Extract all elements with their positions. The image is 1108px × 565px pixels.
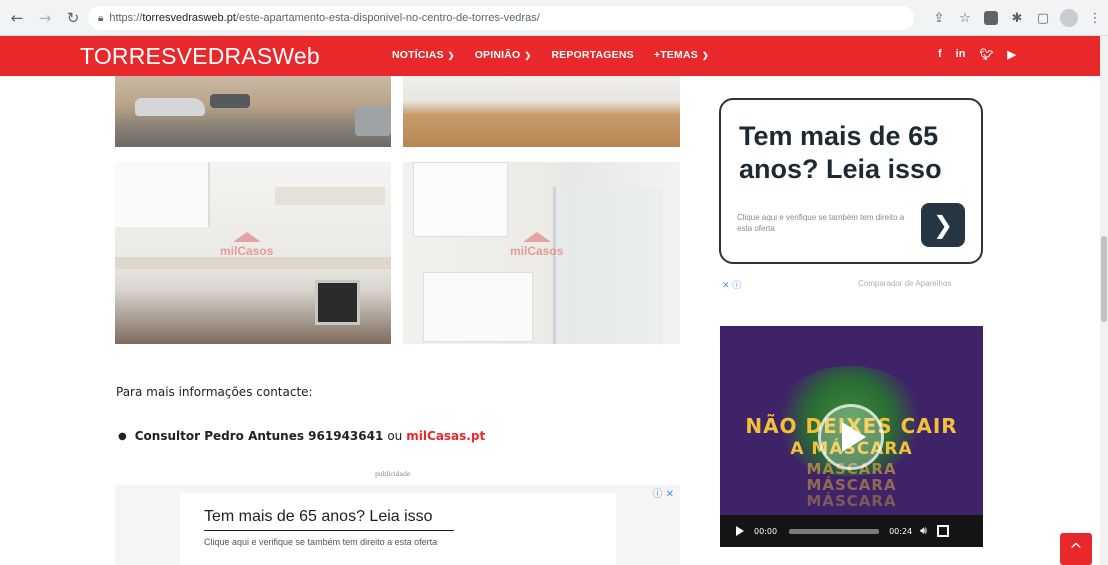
page-scrollbar[interactable] <box>1100 36 1108 565</box>
current-time: 00:00 <box>754 526 778 536</box>
contact-or: ou <box>387 429 403 443</box>
chevron-down-icon: ❯ <box>447 50 455 60</box>
sidepanel-icon[interactable]: ▢ <box>1034 9 1052 27</box>
star-icon[interactable]: ☆ <box>956 9 974 27</box>
profile-icon[interactable] <box>1060 9 1078 27</box>
nav-label: OPINIÃO <box>474 49 521 61</box>
watermark-logo: milCasos <box>220 232 273 258</box>
contact-item: ● Consultor Pedro Antunes 961943641 ou m… <box>118 429 485 443</box>
scroll-thumb[interactable] <box>1101 236 1107 322</box>
twitter-icon[interactable]: 🐦︎ <box>979 48 993 61</box>
nav-label: +TEMAS <box>653 49 698 61</box>
video-controls: 00:00 00:24 🔊︎ <box>720 515 983 547</box>
bottom-ad-subtitle: Clique aqui e verifique se também tem di… <box>204 537 438 547</box>
sidebar-ad[interactable]: Tem mais de 65 anos? Leia isso Clique aq… <box>719 98 983 264</box>
ad-close-icon[interactable]: ✕ ⓘ <box>722 278 741 291</box>
photo-kitchen[interactable]: milCasos <box>115 162 391 344</box>
site-header: TORRESVEDRASWeb NOTÍCIAS ❯ OPINIÃO ❯ REPOR… <box>0 36 1100 76</box>
lock-icon: 🔒︎ <box>98 12 104 24</box>
share-icon[interactable]: ⇪ <box>930 9 948 27</box>
url-prefix: https:// <box>109 12 143 24</box>
social-links: f in 🐦︎ ▶ <box>938 48 1016 61</box>
play-icon <box>842 422 866 452</box>
duration: 00:24 <box>889 526 913 536</box>
bottom-ad-title[interactable]: Tem mais de 65 anos? Leia isso <box>204 508 433 526</box>
ad-choices-icon[interactable]: ⓘ ✕ <box>652 485 674 500</box>
volume-icon[interactable]: 🔊︎ <box>920 524 927 538</box>
browser-actions: ⇪ ☆ ✱ ▢ ⋮ <box>930 6 1104 30</box>
title-underline <box>204 530 454 531</box>
logo-light: Web <box>272 43 320 69</box>
ad-source[interactable]: Comparador de Aparelhos <box>858 279 951 288</box>
forward-arrow-icon[interactable]: → <box>34 7 56 29</box>
progress-slider[interactable] <box>789 528 880 534</box>
advertising-label: publicidade <box>375 471 411 478</box>
menu-icon[interactable]: ⋮ <box>1086 9 1104 27</box>
watermark-logo: milCasos <box>510 232 563 258</box>
sidebar-ad-subtitle: Clique aqui e verifique se também tem di… <box>737 213 905 233</box>
sidebar-ad-title[interactable]: Tem mais de 65 anos? Leia isso <box>739 120 975 186</box>
extension-icon[interactable] <box>982 9 1000 27</box>
video-text-line: MÁSCARA <box>806 492 897 510</box>
chevron-up-icon: ^ <box>1069 539 1083 559</box>
nav-temas[interactable]: +TEMAS ❯ <box>654 49 709 61</box>
puzzle-icon[interactable]: ✱ <box>1008 9 1026 27</box>
contact-name: Consultor Pedro Antunes 961943641 <box>134 429 384 443</box>
nav-opiniao[interactable]: OPINIÃO ❯ <box>475 49 532 61</box>
chevron-down-icon: ❯ <box>524 50 532 60</box>
bottom-ad[interactable]: Tem mais de 65 anos? Leia isso Clique aq… <box>115 485 680 565</box>
play-icon[interactable] <box>736 526 744 536</box>
video-player[interactable]: NÃO DEIXES CAIR A MÁSCARA MÁSCARA MÁSCAR… <box>720 326 983 547</box>
url-domain: torresvedrasweb.pt <box>142 12 236 24</box>
milcasas-link[interactable]: milCasas.pt <box>406 429 485 443</box>
back-arrow-icon[interactable]: ← <box>6 7 28 29</box>
reload-icon[interactable]: ↻ <box>62 7 84 29</box>
main-nav: NOTÍCIAS ❯ OPINIÃO ❯ REPORTAGENS +TEMAS ❯ <box>392 49 709 61</box>
address-bar[interactable]: 🔒︎ https://torresvedrasweb.pt/este-apart… <box>88 6 914 30</box>
facebook-icon[interactable]: f <box>938 48 942 61</box>
bottom-ad-card[interactable]: Tem mais de 65 anos? Leia isso Clique aq… <box>180 493 616 565</box>
linkedin-icon[interactable]: in <box>956 48 966 61</box>
chevron-down-icon: ❯ <box>701 50 709 60</box>
chevron-right-icon[interactable]: ❯ <box>921 203 965 247</box>
bullet-icon: ● <box>118 430 127 442</box>
photo-street[interactable] <box>115 76 391 147</box>
back-to-top-button[interactable]: ^ <box>1060 533 1092 565</box>
url-path: /este-apartamento-esta-disponivel-no-cen… <box>235 12 540 24</box>
site-logo[interactable]: TORRESVEDRASWeb <box>80 43 320 70</box>
logo-bold: TORRESVEDRAS <box>80 43 273 69</box>
youtube-icon[interactable]: ▶ <box>1007 48 1015 61</box>
nav-noticias[interactable]: NOTÍCIAS ❯ <box>392 49 455 61</box>
nav-label: REPORTAGENS <box>551 49 634 61</box>
nav-label: NOTÍCIAS <box>392 49 444 61</box>
fullscreen-icon[interactable] <box>937 525 950 537</box>
browser-toolbar: ← → ↻ 🔒︎ https://torresvedrasweb.pt/este… <box>0 0 1108 36</box>
nav-reportagens[interactable]: REPORTAGENS <box>551 49 634 61</box>
photo-empty-room[interactable] <box>403 76 680 147</box>
info-text: Para mais informações contacte: <box>116 385 313 399</box>
photo-bathroom[interactable]: milCasos <box>403 162 680 344</box>
